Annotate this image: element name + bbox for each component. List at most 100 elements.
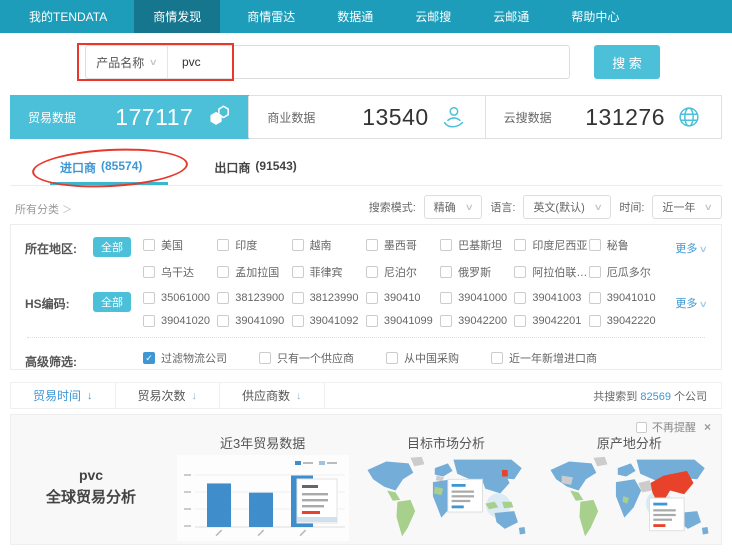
region-checkbox[interactable]: 越南 <box>292 237 366 253</box>
region-checkbox[interactable]: 印度 <box>217 237 291 253</box>
sort-trade-time[interactable]: 贸易时间 ↓ <box>11 383 116 408</box>
time-select[interactable]: 近一年 ∨ <box>652 195 722 219</box>
hscode-checkbox[interactable]: 39041092 <box>292 315 366 327</box>
tab-importers[interactable]: 进口商 (85574) <box>60 159 142 176</box>
nav-item-help[interactable]: 帮助中心 <box>556 0 634 33</box>
region-checkbox[interactable]: 厄瓜多尔 <box>589 264 663 280</box>
region-checkbox[interactable]: 美国 <box>143 237 217 253</box>
region-checkbox[interactable]: 墨西哥 <box>366 237 440 253</box>
region-checkbox[interactable]: 孟加拉国 <box>217 264 291 280</box>
search-mode-label: 搜索模式: <box>369 199 416 215</box>
region-all-button[interactable]: 全部 <box>93 237 131 257</box>
dotted-divider <box>27 337 705 338</box>
nav-item-discovery[interactable]: 商情发现 <box>134 0 220 33</box>
hscode-checkbox[interactable]: 390410 <box>366 292 440 304</box>
region-option-label: 厄瓜多尔 <box>607 264 651 280</box>
checkbox-icon <box>366 292 378 304</box>
advanced-option-label: 近一年新增进口商 <box>509 350 597 366</box>
region-option-label: 孟加拉国 <box>235 264 279 280</box>
region-option-label: 俄罗斯 <box>458 264 491 280</box>
hscode-option-label: 39041090 <box>235 315 284 327</box>
meta-row: 所有分类 ＞ 搜索模式: 精确 ∨ 语言: 英文(默认) ∨ 时间: 近一年 ∨ <box>0 192 732 222</box>
advanced-filter-label: 高级筛选: <box>25 350 93 370</box>
checkbox-icon <box>143 266 155 278</box>
close-icon[interactable]: × <box>704 420 711 434</box>
chevron-right-icon: ＞ <box>62 205 72 216</box>
all-categories-label: 所有分类 <box>15 204 59 216</box>
time-value: 近一年 <box>662 199 695 215</box>
region-checkbox[interactable]: 俄罗斯 <box>440 264 514 280</box>
panel-trade-history[interactable]: 近3年贸易数据 <box>171 433 354 541</box>
nav-item-radar[interactable]: 商情雷达 <box>232 0 310 33</box>
hscode-checkbox[interactable]: 39041003 <box>514 292 588 304</box>
hscode-more-link[interactable]: 更多 ∨ <box>663 292 707 311</box>
hscode-checkbox[interactable]: 39041010 <box>589 292 663 304</box>
region-option-label: 阿拉伯联合... <box>532 264 588 280</box>
search-button[interactable]: 搜 索 <box>594 45 660 79</box>
search-category-dropdown[interactable]: 产品名称 ∨ <box>86 46 168 78</box>
nav-item-datatong[interactable]: 数据通 <box>322 0 388 33</box>
region-checkbox[interactable]: 菲律宾 <box>292 264 366 280</box>
region-option-label: 印度尼西亚 <box>532 237 587 253</box>
hscode-checkbox[interactable]: 39041090 <box>217 315 291 327</box>
tab-label: 进口商 <box>60 159 96 176</box>
region-checkbox[interactable]: 秘鲁 <box>589 237 663 253</box>
hscode-checkbox[interactable]: 39041099 <box>366 315 440 327</box>
stat-trade-data[interactable]: 贸易数据 177117 <box>10 95 249 139</box>
language-select[interactable]: 英文(默认) ∨ <box>523 195 611 219</box>
hscode-filter-label: HS编码: <box>25 292 93 312</box>
checkbox-icon <box>589 292 601 304</box>
hscode-checkbox[interactable]: 39042220 <box>589 315 663 327</box>
sort-trade-count[interactable]: 贸易次数 ↓ <box>116 383 221 408</box>
map-highlight-marker <box>502 470 508 477</box>
chevron-down-icon: ∨ <box>149 57 158 68</box>
advanced-checkbox-single-supplier[interactable]: 只有一个供应商 <box>259 350 354 366</box>
hscode-checkbox[interactable]: 35061000 <box>143 292 217 304</box>
stat-cloud-search-data[interactable]: 云搜数据 131276 <box>485 96 721 138</box>
hscode-checkbox[interactable]: 39041020 <box>143 315 217 327</box>
analysis-promo-panel: 不再提醒 × pvc 全球贸易分析 近3年贸易数据 <box>10 414 722 545</box>
search-input[interactable] <box>168 46 569 78</box>
filter-card: 所在地区: 全部 美国 印度 越南 墨西哥 巴基斯坦 印度尼西亚 秘鲁 乌干达 … <box>10 224 722 370</box>
region-checkbox[interactable]: 巴基斯坦 <box>440 237 514 253</box>
search-mode-select[interactable]: 精确 ∨ <box>424 195 483 219</box>
checkbox-icon <box>217 239 229 251</box>
nav-item-mail-tong[interactable]: 云邮通 <box>478 0 544 33</box>
hscode-checkbox[interactable]: 38123990 <box>292 292 366 304</box>
hscode-checkbox[interactable]: 38123900 <box>217 292 291 304</box>
hscode-checkbox[interactable]: 39042200 <box>440 315 514 327</box>
panel-origin-analysis[interactable]: 原产地分析 <box>538 433 721 541</box>
stat-business-data[interactable]: 商业数据 13540 <box>248 96 484 138</box>
panel-target-market[interactable]: 目标市场分析 <box>354 433 537 541</box>
nav-item-mail-search[interactable]: 云邮搜 <box>400 0 466 33</box>
checkbox-icon <box>514 266 526 278</box>
region-checkbox[interactable]: 尼泊尔 <box>366 264 440 280</box>
region-checkbox[interactable]: 阿拉伯联合... <box>514 264 588 280</box>
person-hand-icon <box>439 103 467 131</box>
analysis-title-text: 全球贸易分析 <box>11 486 171 507</box>
region-checkbox[interactable]: 乌干达 <box>143 264 217 280</box>
region-checkbox[interactable]: 印度尼西亚 <box>514 237 588 253</box>
stat-value: 177117 <box>115 104 193 131</box>
advanced-filter-row: 高级筛选: ✓过滤物流公司 只有一个供应商 从中国采购 近一年新增进口商 <box>25 350 707 370</box>
hscode-option-label: 38123900 <box>235 292 284 304</box>
checkbox-icon <box>386 352 398 364</box>
world-map-origin <box>539 455 719 541</box>
checkbox-icon <box>366 266 378 278</box>
advanced-checkbox-buy-from-china[interactable]: 从中国采购 <box>386 350 459 366</box>
page: 我的TENDATA 商情发现 商情雷达 数据通 云邮搜 云邮通 帮助中心 产品名… <box>0 0 732 552</box>
advanced-checkbox-filter-logistics[interactable]: ✓过滤物流公司 <box>143 350 227 366</box>
tab-exporters[interactable]: 出口商 (91543) <box>214 159 296 176</box>
region-more-link[interactable]: 更多 ∨ <box>663 237 707 256</box>
hscode-all-button[interactable]: 全部 <box>93 292 131 312</box>
hscode-option-label: 39041010 <box>607 292 656 304</box>
sort-supplier-count[interactable]: 供应商数 ↓ <box>220 383 325 408</box>
nav-item-my-tendata[interactable]: 我的TENDATA <box>14 0 122 33</box>
hscode-option-label: 39041000 <box>458 292 507 304</box>
advanced-checkbox-new-importers[interactable]: 近一年新增进口商 <box>491 350 597 366</box>
hscode-checkbox[interactable]: 39042201 <box>514 315 588 327</box>
hscode-checkbox[interactable]: 39041000 <box>440 292 514 304</box>
all-categories-link[interactable]: 所有分类 ＞ <box>15 201 72 217</box>
checkbox-icon <box>143 292 155 304</box>
arrow-down-icon: ↓ <box>192 390 198 402</box>
